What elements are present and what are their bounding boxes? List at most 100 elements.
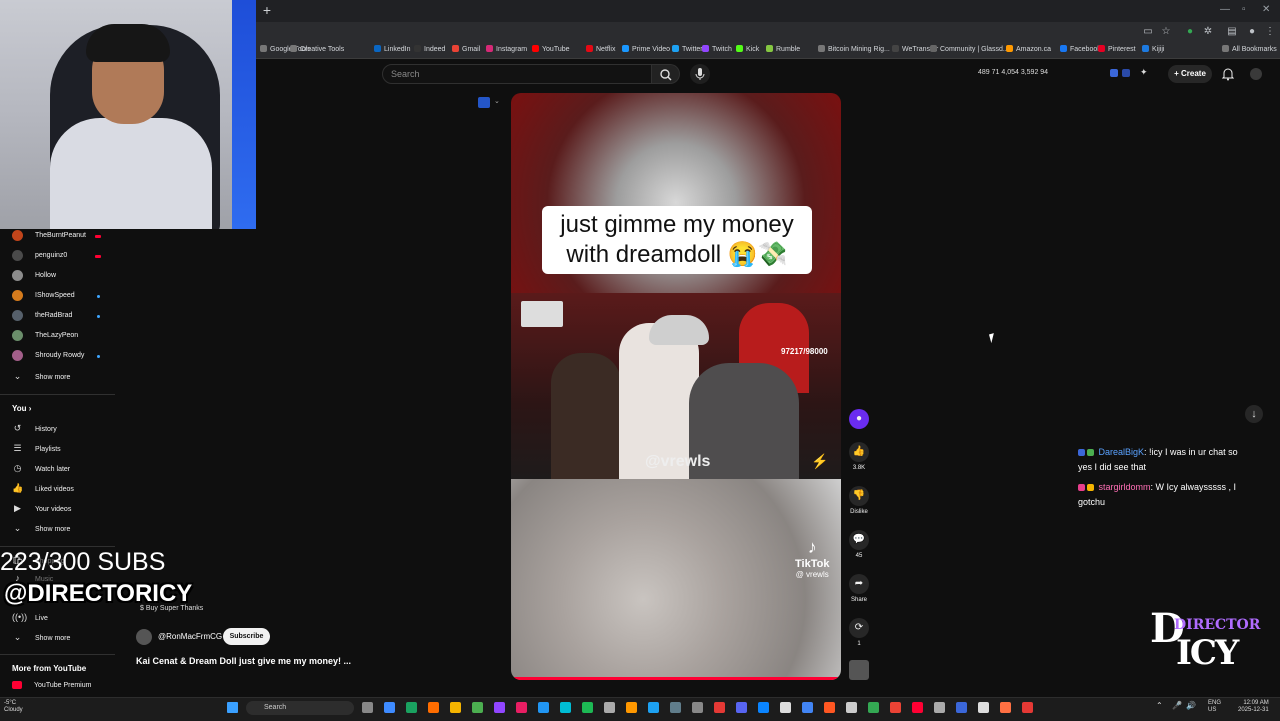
bookmark-item[interactable]: Rumble [766,45,800,53]
bookmark-item[interactable]: Netflix [586,45,615,53]
subscriptions-show-more[interactable]: ⌄ Show more [12,369,71,383]
search-input[interactable]: Search [382,64,652,84]
taskbar-app-icon[interactable] [406,702,417,713]
taskbar-app-icon[interactable] [1022,702,1033,713]
taskbar-app-icon[interactable] [560,702,571,713]
taskbar-app-icon[interactable] [494,702,505,713]
taskbar-app-icon[interactable] [472,702,483,713]
bookmark-item[interactable]: YouTube [532,45,570,53]
taskbar-app-icon[interactable] [758,702,769,713]
volume-icon[interactable]: 🔊 [1186,701,1196,710]
taskbar-app-icon[interactable] [934,702,945,713]
sidebar-subscription[interactable]: TheBurntPeanut [12,229,86,243]
you-show-more[interactable]: ⌄ Show more [12,521,71,535]
sidebar-subscription[interactable]: TheLazyPeon [12,329,78,343]
bookmark-item[interactable]: Prime Video [622,45,670,53]
scroll-down-button[interactable]: ↓ [1245,405,1263,423]
bookmark-item[interactable]: Kick [736,45,759,53]
extension-action-button[interactable]: ● [846,409,872,432]
account-avatar[interactable] [1250,68,1262,80]
video-progress-bar[interactable] [511,677,841,680]
taskbar-app-icon[interactable] [780,702,791,713]
bookmark-item[interactable]: Pinterest [1098,45,1136,53]
taskbar-app-icon[interactable] [516,702,527,713]
bookmark-item[interactable]: Kijiji [1142,45,1164,53]
taskbar-app-icon[interactable] [824,702,835,713]
minimize-icon[interactable]: — [1220,4,1230,15]
menu-kebab-icon[interactable]: ⋮ [1264,26,1276,38]
comments-button[interactable]: 💬 45 [846,530,872,559]
voice-search-button[interactable] [690,64,710,84]
buy-super-thanks[interactable]: $ Buy Super Thanks [140,605,203,612]
taskbar-app-icon[interactable] [648,702,659,713]
taskbar-app-icon[interactable] [890,702,901,713]
sidebar-subscription[interactable]: Shroudy Rowdy [12,349,84,363]
like-button[interactable]: 👍 3.8K [846,442,872,471]
maximize-icon[interactable]: ▫ [1242,4,1246,15]
shorts-player[interactable]: just gimme my money with dreamdoll 😭💸 97… [511,93,841,680]
sidebar-subscription[interactable]: Hollow [12,269,56,283]
sidebar-item-playlists[interactable]: ☰ Playlists [12,441,60,455]
channel-avatar[interactable] [136,629,152,645]
taskbar-app-icon[interactable] [692,702,703,713]
taskbar-app-icon[interactable] [1000,702,1011,713]
weather-widget[interactable]: -5°C Cloudy [4,700,23,714]
bookmark-item[interactable]: Community | Glassd... [930,45,1009,53]
bookmark-item[interactable]: Creative Tools [290,45,344,53]
sidebar-item-history[interactable]: ↺ History [12,421,57,435]
audio-thumbnail[interactable] [849,660,869,680]
bookmark-item[interactable]: All Bookmarks [1222,45,1277,53]
tray-chevron-icon[interactable]: ⌃ [1156,701,1163,710]
remix-button[interactable]: ⟳ 1 [846,618,872,647]
language-indicator[interactable]: ENG US [1208,700,1221,714]
taskbar-app-icon[interactable] [736,702,747,713]
cast-icon[interactable]: ▭ [1142,26,1154,38]
video-title[interactable]: Kai Cenat & Dream Doll just give me my m… [136,656,351,666]
you-section-header[interactable]: You › [12,404,31,413]
subscribe-button[interactable]: Subscribe [223,628,270,645]
taskbar-search[interactable]: Search [246,701,354,715]
extension-icon-a[interactable] [1110,69,1118,77]
bookmark-item[interactable]: Twitter [672,45,703,53]
bookmark-item[interactable]: Facebook [1060,45,1101,53]
extension-icon-b[interactable] [1122,69,1130,77]
taskbar-app-icon[interactable] [714,702,725,713]
new-tab-icon[interactable]: + [260,3,274,17]
bookmark-item[interactable]: Instagram [486,45,527,53]
bookmark-item[interactable]: LinkedIn [374,45,410,53]
sidebar-item-live[interactable]: ((•)) Live [12,610,48,624]
taskbar-app-icon[interactable] [670,702,681,713]
sidebar-subscription[interactable]: theRadBrad [12,309,72,323]
dislike-button[interactable]: 👎 Dislike [846,486,872,515]
notifications-bell-icon[interactable] [1221,67,1235,81]
taskbar-app-icon[interactable] [626,702,637,713]
extension-icon-c[interactable]: ✦ [1140,67,1148,78]
taskbar-app-icon[interactable] [802,702,813,713]
sidebar-item-premium[interactable]: YouTube Premium [12,679,91,693]
sidebar-subscription[interactable]: IShowSpeed [12,289,75,303]
taskbar-app-icon[interactable] [428,702,439,713]
star-icon[interactable]: ☆ [1160,26,1172,38]
windows-start-icon[interactable] [227,702,238,713]
chevron-down-icon[interactable]: ⌄ [494,97,500,105]
taskbar-app-icon[interactable] [978,702,989,713]
taskbar-app-icon[interactable] [912,702,923,713]
bookmark-item[interactable]: Twitch [702,45,732,53]
profile-icon[interactable]: ● [1246,26,1258,38]
taskbar-app-icon[interactable] [604,702,615,713]
explore-show-more[interactable]: ⌄ Show more [12,630,71,644]
search-button[interactable] [652,64,680,84]
taskbar-app-icon[interactable] [538,702,549,713]
sidebar-item-liked-videos[interactable]: 👍 Liked videos [12,481,74,495]
bookmark-item[interactable]: Bitcoin Mining Rig... [818,45,890,53]
mic-tray-icon[interactable]: 🎤 [1172,701,1182,710]
close-window-icon[interactable]: ✕ [1262,4,1270,15]
taskbar-app-icon[interactable] [846,702,857,713]
create-button[interactable]: + Create [1168,65,1212,83]
sidebar-icon[interactable]: ▤ [1226,26,1238,38]
taskbar-app-icon[interactable] [868,702,879,713]
extension-icon[interactable]: ● [1184,26,1196,38]
system-clock[interactable]: 12:09 AM 2025-12-31 [1238,700,1269,714]
bookmark-item[interactable]: Gmail [452,45,480,53]
sidebar-item-your-videos[interactable]: ▶ Your videos [12,501,71,515]
